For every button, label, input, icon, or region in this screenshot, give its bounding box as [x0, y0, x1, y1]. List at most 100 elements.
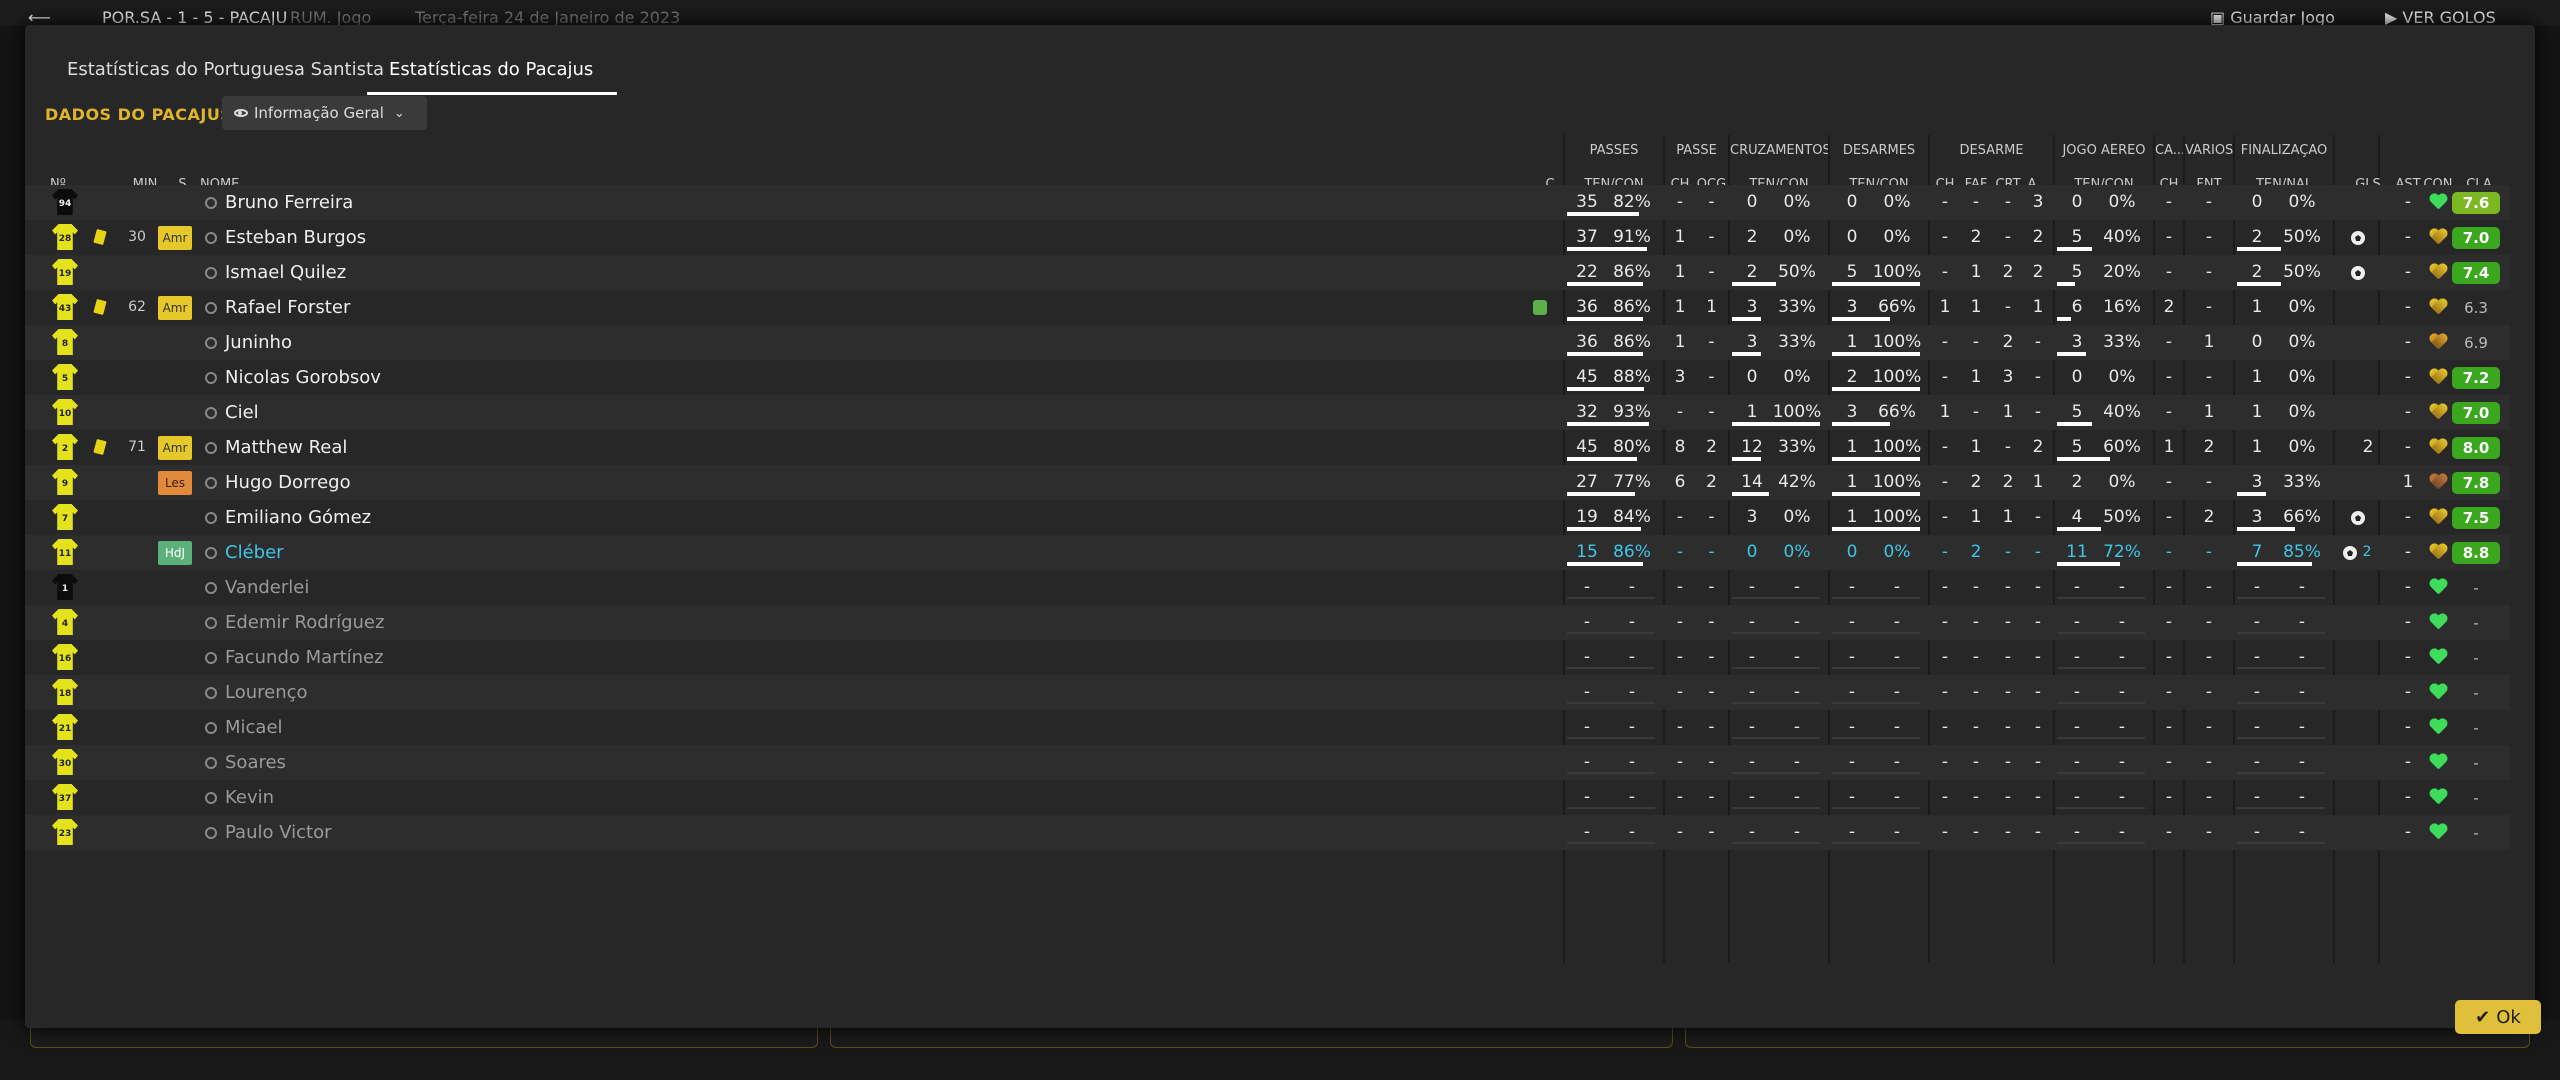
player-name[interactable]: Ciel	[225, 395, 259, 430]
player-name[interactable]: Hugo Dorrego	[225, 465, 351, 500]
player-name[interactable]: Ismael Quilez	[225, 255, 346, 290]
finalizacao-percent: -	[2298, 612, 2306, 632]
jogo-aereo-bar-fill	[2057, 282, 2075, 286]
minute-value: 62	[128, 299, 146, 315]
shirt-number-icon: 9	[52, 469, 78, 495]
yellow-card-icon	[93, 228, 107, 246]
cruzamentos-bar-track	[1732, 702, 1820, 704]
table-row[interactable]: 9 Les Hugo Dorrego 27 77% 6 2 14 42% 1 100% -2 2 1 2 0%…	[25, 465, 2510, 500]
table-row[interactable]: 4 Edemir Rodríguez - - - - - - - - - - - - - - - - - - - -	[25, 605, 2510, 640]
passes-bar-fill	[1567, 422, 1649, 426]
player-name[interactable]: Soares	[225, 745, 286, 780]
desarmes-percent: -	[1893, 577, 1901, 597]
player-name[interactable]: Bruno Ferreira	[225, 185, 353, 220]
desarmes-attempts: -	[1848, 682, 1856, 702]
passe-ch: 1	[1674, 262, 1686, 282]
player-name[interactable]: Paulo Victor	[225, 815, 332, 850]
team-data-label: DADOS DO PACAJUS	[45, 105, 233, 124]
view-dropdown[interactable]: Informação Geral ⌄	[222, 96, 427, 130]
football-icon	[2343, 546, 2357, 560]
table-row[interactable]: 11 HdJ Cléber 15 86% - -0 0% 0 0% -2- -11 72% - -7 85% 2…	[25, 535, 2510, 570]
desarmes-bar-track	[1832, 492, 1920, 496]
passes-bar-track	[1567, 597, 1655, 599]
jogo-aereo-attempts: -	[2073, 612, 2081, 632]
desarmes-percent: -	[1893, 682, 1901, 702]
cruzamentos-bar-fill	[1732, 422, 1820, 426]
jogo-aereo-percent: -	[2118, 752, 2126, 772]
finalizacao-bar-fill	[2237, 527, 2295, 531]
fnt: -	[2205, 787, 2213, 807]
status-badge: HdJ	[158, 541, 192, 565]
shirt-number-icon: 21	[52, 714, 78, 740]
player-name[interactable]: Cléber	[225, 535, 284, 570]
ca-ch: -	[2165, 542, 2173, 562]
jogo-aereo-bar-fill	[2057, 247, 2092, 251]
passes-bar-track	[1567, 492, 1655, 496]
desarmes-bar-track	[1832, 247, 1920, 251]
fnt: -	[2205, 367, 2213, 387]
player-name[interactable]: Emiliano Gómez	[225, 500, 371, 535]
table-row[interactable]: 21 Micael - - - - - - - - - - - - - - - - - - - -	[25, 710, 2510, 745]
ca-ch: -	[2165, 472, 2173, 492]
table-row[interactable]: 23 Paulo Victor - - - - - - - - - - - - - - - - - - - -	[25, 815, 2510, 850]
table-row[interactable]: 10 Ciel 32 93% - -1 100% 3 66% 1-1-5 40% -1 1 0% -7.0	[25, 395, 2510, 430]
tab-pacajus-stats[interactable]: Estatísticas do Pacajus	[389, 59, 593, 80]
passes-bar-fill	[1567, 562, 1643, 566]
assists: -	[2404, 507, 2412, 527]
finalizacao-bar-fill	[2237, 247, 2281, 251]
assists: -	[2404, 752, 2412, 772]
table-row[interactable]: 94 Bruno Ferreira 35 82% - -0 0% 0 0% - - -3 0 0% - -0 0…	[25, 185, 2510, 220]
passes-bar-track	[1567, 317, 1655, 321]
shirt-number-icon: 11	[52, 539, 78, 565]
desarme-faf: 1	[1970, 507, 1982, 527]
cruzamentos-bar-track	[1732, 807, 1820, 809]
table-row[interactable]: 19 Ismael Quilez 22 86% 1-2 50% 5 100% -1 2 2 5 20% -…	[25, 255, 2510, 290]
table-row[interactable]: 7 Emiliano Gómez 19 84% - -3 0% 1 100% -1 1-4 50% -2…	[25, 500, 2510, 535]
passe-ocg: -	[1708, 822, 1715, 842]
fnt: -	[2205, 822, 2213, 842]
passes-attempts: -	[1583, 577, 1591, 597]
passes-bar-track	[1567, 702, 1655, 704]
player-name[interactable]: Lourenço	[225, 675, 308, 710]
table-row[interactable]: 18 Lourenço - - - - - - - - - - - - - - - - - - - -	[25, 675, 2510, 710]
player-name[interactable]: Facundo Martínez	[225, 640, 384, 675]
status-badge: Amr	[158, 436, 192, 460]
table-row[interactable]: 1 Vanderlei - - - - - - - - - - - - - - - - - - - -	[25, 570, 2510, 605]
assists: 1	[2402, 472, 2414, 492]
table-row[interactable]: 28 30 Amr Esteban Burgos 37 91% 1-2 0% 0 0% -2-2 5 4…	[25, 220, 2510, 255]
table-row[interactable]: 2 71 Amr Matthew Real 45 80% 8 2 12 33% 1 100% -1-2 5…	[25, 430, 2510, 465]
passes-bar-track	[1567, 772, 1655, 774]
cruzamentos-bar-track	[1732, 422, 1820, 426]
passes-attempts: -	[1583, 647, 1591, 667]
player-name[interactable]: Nicolas Gorobsov	[225, 360, 381, 395]
table-row[interactable]: 37 Kevin - - - - - - - - - - - - - - - - - - - -	[25, 780, 2510, 815]
table-row[interactable]: 8 Juninho 36 86% 1-3 33% 1 100% - -2-3 33% -1 0 0% -6.…	[25, 325, 2510, 360]
tab-portuguesa-stats[interactable]: Estatísticas do Portuguesa Santista	[67, 59, 384, 80]
passes-bar-track	[1567, 737, 1655, 739]
group-header-ca: CA...	[2155, 143, 2183, 158]
table-row[interactable]: 16 Facundo Martínez - - - - - - - - - - - - - - - - - - - -	[25, 640, 2510, 675]
player-name[interactable]: Rafael Forster	[225, 290, 350, 325]
player-name[interactable]: Esteban Burgos	[225, 220, 366, 255]
desarme-crt: -	[2004, 542, 2012, 562]
rating-value: -	[2473, 579, 2479, 597]
group-header-desarme: DESARME	[1959, 143, 2024, 158]
player-name[interactable]: Micael	[225, 710, 283, 745]
cruzamentos-attempts: -	[1748, 752, 1756, 772]
finalizacao-bar-track	[2237, 772, 2325, 774]
desarme-ch: -	[1941, 647, 1949, 667]
condition-heart-icon	[2429, 509, 2447, 525]
passe-ocg: -	[1708, 612, 1715, 632]
player-name[interactable]: Kevin	[225, 780, 274, 815]
player-name[interactable]: Juninho	[225, 325, 292, 360]
ok-button[interactable]: ✔ Ok	[2455, 1000, 2541, 1034]
player-name[interactable]: Matthew Real	[225, 430, 347, 465]
desarme-faf: -	[1972, 752, 1980, 772]
player-name[interactable]: Vanderlei	[225, 570, 309, 605]
finalizacao-bar-track	[2237, 807, 2325, 809]
table-row[interactable]: 30 Soares - - - - - - - - - - - - - - - - - - - -	[25, 745, 2510, 780]
table-row[interactable]: 5 Nicolas Gorobsov 45 88% 3-0 0% 2 100% -1 3-0 0% -…	[25, 360, 2510, 395]
table-row[interactable]: 43 62 Amr Rafael Forster 36 86% 1 1 3 33% 3 66% 1 1-1…	[25, 290, 2510, 325]
finalizacao-percent: -	[2298, 787, 2306, 807]
player-name[interactable]: Edemir Rodríguez	[225, 605, 384, 640]
